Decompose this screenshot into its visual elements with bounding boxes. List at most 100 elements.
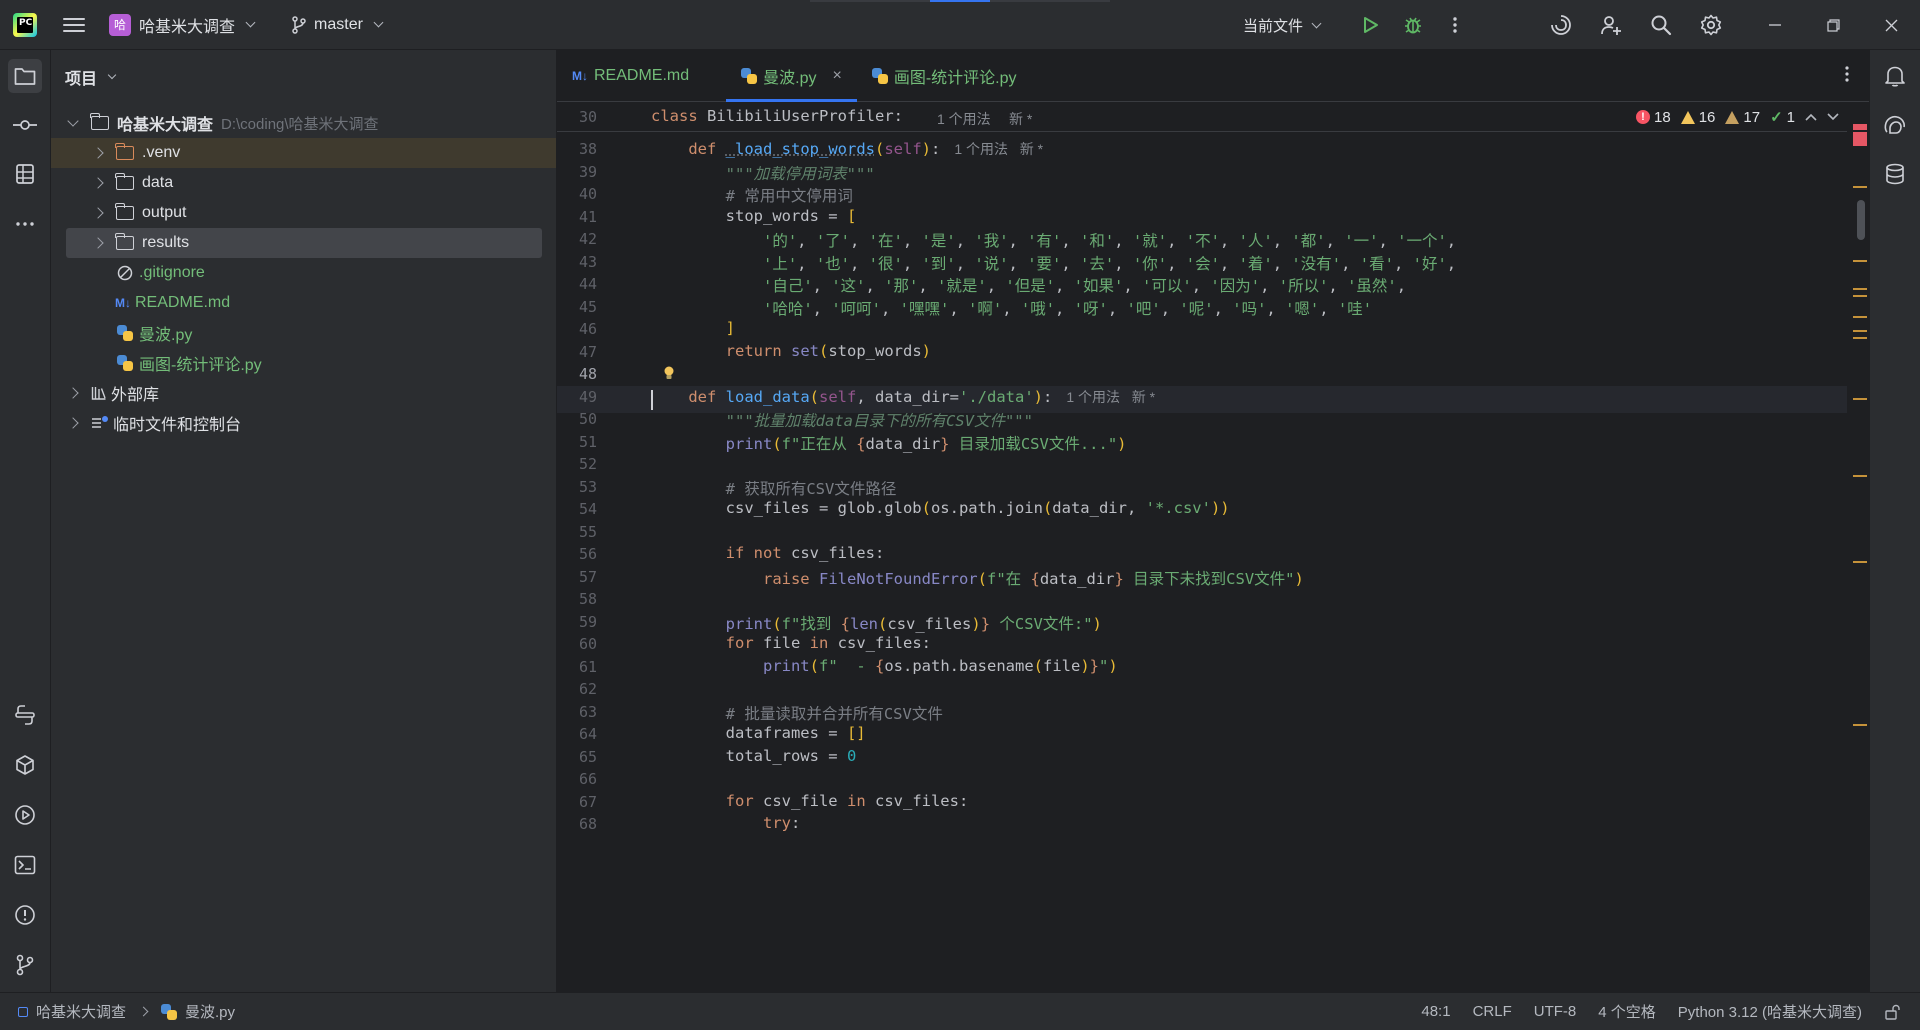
restore-button[interactable]	[1804, 0, 1862, 50]
tree-item-venv[interactable]: .venv	[51, 138, 556, 168]
python-interpreter[interactable]: Python 3.12 (哈基米大调查)	[1678, 1001, 1862, 1022]
tree-root[interactable]: 哈基米大调查 D:\coding\哈基米大调查	[51, 108, 556, 138]
minimize-button[interactable]	[1746, 0, 1804, 50]
folder-icon	[90, 113, 109, 130]
more-actions-button[interactable]	[1434, 0, 1476, 50]
markdown-icon: M↓	[572, 68, 588, 83]
problems-button[interactable]	[8, 898, 42, 932]
line-number: 48	[578, 365, 597, 383]
more-vertical-icon	[1453, 17, 1457, 33]
code-with-me-button[interactable]	[1586, 0, 1636, 50]
warning-marker[interactable]	[1853, 288, 1867, 290]
terminal-button[interactable]	[8, 848, 42, 882]
warning-marker[interactable]	[1853, 330, 1867, 332]
bell-icon	[1885, 66, 1905, 87]
error-marker[interactable]	[1853, 132, 1867, 146]
project-switcher[interactable]: 哈 哈基米大调查	[109, 13, 256, 37]
warning-marker[interactable]	[1853, 561, 1867, 563]
python-file-icon	[161, 1003, 178, 1020]
tab-readme[interactable]: M↓ README.md	[557, 50, 704, 101]
database-button[interactable]	[1878, 157, 1912, 191]
run-config-label: 当前文件	[1242, 17, 1303, 35]
ignore-file-icon	[117, 265, 133, 281]
breadcrumb-project[interactable]: 哈基米大调查	[36, 1001, 126, 1022]
scrollbar-thumb[interactable]	[1857, 200, 1865, 240]
git-branch-icon	[292, 15, 306, 34]
line-number: 43	[578, 252, 597, 271]
commit-tool-button[interactable]	[8, 108, 42, 142]
tree-item-results[interactable]: results	[66, 228, 542, 258]
warning-marker[interactable]	[1853, 337, 1867, 339]
indent-setting[interactable]: 4 个空格	[1598, 1001, 1656, 1022]
lock-icon[interactable]	[1884, 1004, 1900, 1020]
lightbulb-icon[interactable]	[663, 366, 675, 380]
root-path: D:\coding\哈基米大调查	[221, 115, 379, 133]
line-number: 52	[578, 455, 597, 473]
code-line: if not csv_files:	[725, 544, 885, 562]
tree-item-label: 外部库	[111, 387, 160, 404]
line-separator[interactable]: CRLF	[1473, 1003, 1512, 1020]
tab-manbo[interactable]: 曼波.py ×	[726, 50, 857, 102]
branch-switcher[interactable]: master	[292, 15, 384, 34]
warning-marker[interactable]	[1853, 475, 1867, 477]
warning-marker[interactable]	[1853, 295, 1867, 297]
search-everywhere-button[interactable]	[1636, 0, 1686, 50]
main-menu-icon[interactable]	[63, 14, 85, 36]
settings-button[interactable]	[1686, 0, 1736, 50]
python-packages-button[interactable]	[8, 748, 42, 782]
tree-item-external-libs[interactable]: 外部库	[51, 378, 556, 408]
debug-button[interactable]	[1392, 0, 1434, 50]
close-window-button[interactable]	[1862, 0, 1920, 50]
chevron-down-icon	[373, 17, 384, 28]
markdown-icon: M↓	[115, 296, 131, 310]
services-icon	[15, 805, 35, 825]
notifications-button[interactable]	[1878, 59, 1912, 93]
caret-position[interactable]: 48:1	[1421, 1003, 1450, 1020]
error-marker[interactable]	[1853, 124, 1867, 130]
warning-marker[interactable]	[1853, 724, 1867, 726]
file-encoding[interactable]: UTF-8	[1534, 1003, 1577, 1020]
folder-icon	[115, 233, 134, 250]
warning-marker[interactable]	[1853, 316, 1867, 318]
tree-item-gitignore[interactable]: .gitignore	[51, 258, 556, 288]
tree-item-readme[interactable]: M↓ README.md	[51, 288, 556, 318]
ai-chat-button[interactable]	[1878, 108, 1912, 142]
project-panel-header[interactable]: 项目	[51, 50, 556, 104]
structure-icon	[16, 164, 34, 184]
usages-hint[interactable]: 1 个用法	[937, 109, 991, 129]
code-area[interactable]: 30 class BilibiliUserProfiler: 1 个用法 新 *…	[557, 102, 1869, 992]
warning-marker[interactable]	[1853, 186, 1867, 188]
tree-item-output[interactable]: output	[51, 198, 556, 228]
git-button[interactable]	[8, 948, 42, 982]
tree-item-label: 临时文件和控制台	[113, 417, 242, 434]
project-tool-button[interactable]	[8, 59, 42, 93]
python-console-button[interactable]	[8, 698, 42, 732]
run-button[interactable]	[1350, 0, 1392, 50]
close-tab-icon[interactable]: ×	[832, 67, 841, 85]
warning-marker[interactable]	[1853, 398, 1867, 400]
code-line: try:	[762, 814, 801, 832]
chevron-up-icon[interactable]	[1805, 113, 1817, 121]
line-number: 45	[578, 297, 597, 316]
code-line: def load_data(self, data_dir='./data'): 1…	[688, 387, 1156, 406]
tab-plot[interactable]: 画图-统计评论.py	[857, 50, 1032, 101]
run-config-selector[interactable]: 当前文件	[1242, 15, 1322, 36]
code-line: """批量加载data目录下的所有CSV文件"""	[725, 412, 1033, 430]
services-button[interactable]	[8, 798, 42, 832]
collapsed-arrow-icon	[67, 387, 79, 399]
tree-item-plot[interactable]: 画图-统计评论.py	[51, 348, 556, 378]
structure-tool-button[interactable]	[8, 157, 42, 191]
tree-item-manbo[interactable]: 曼波.py	[51, 318, 556, 348]
tab-actions-button[interactable]	[1845, 65, 1849, 87]
inspection-widget[interactable]: ! 18 16 17 ✓ 1	[1636, 102, 1839, 132]
breadcrumb-file[interactable]: 曼波.py	[185, 1001, 235, 1022]
line-number: 64	[578, 725, 597, 743]
ai-assistant-button[interactable]	[1536, 0, 1586, 50]
chevron-down-icon[interactable]	[1827, 113, 1839, 121]
line-number: 58	[578, 590, 597, 608]
warning-marker[interactable]	[1853, 260, 1867, 262]
line-number: 40	[578, 185, 597, 203]
more-tools-button[interactable]	[8, 207, 42, 241]
tree-item-data[interactable]: data	[51, 168, 556, 198]
tree-item-scratches[interactable]: 临时文件和控制台	[51, 408, 556, 438]
